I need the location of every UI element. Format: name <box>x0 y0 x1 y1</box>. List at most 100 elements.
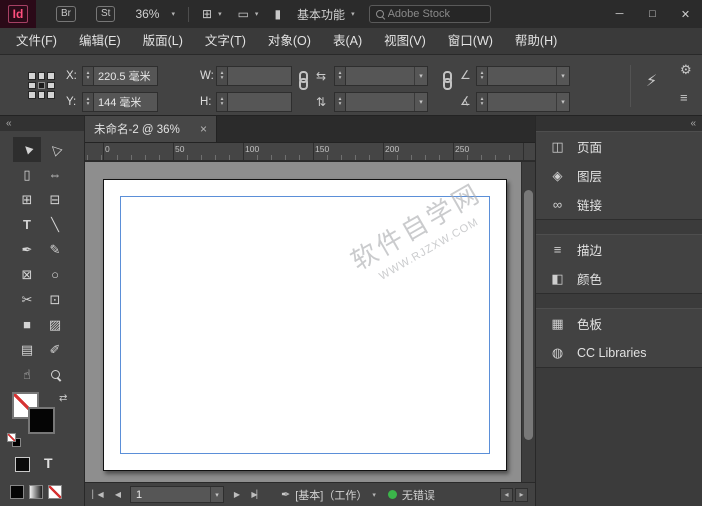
close-tab-icon[interactable]: × <box>200 122 207 136</box>
w-field[interactable]: ▴ ▾ <box>216 66 292 86</box>
expand-panels-icon[interactable]: « <box>690 118 696 129</box>
formatting-affects-text-button[interactable]: T <box>44 455 53 471</box>
w-stepper[interactable]: ▴ ▾ <box>217 67 228 85</box>
hand-tool[interactable]: ☝ <box>13 362 41 387</box>
preflight-profile[interactable]: [基本]（工作） <box>295 487 367 503</box>
line-tool[interactable]: ╲ <box>41 212 69 237</box>
bridge-button[interactable]: Br <box>56 6 76 22</box>
adobe-stock-search[interactable] <box>368 5 491 23</box>
chevron-down-icon[interactable]: ▾ <box>414 67 427 85</box>
y-field[interactable]: ▴ ▾ <box>82 92 158 112</box>
chevron-down-icon[interactable]: ▾ <box>210 487 223 502</box>
pen-tool[interactable]: ✒ <box>13 237 41 262</box>
scale-y-combo[interactable]: ▴ ▾ ▾ <box>334 92 428 112</box>
direct-selection-tool[interactable]: ▷ <box>41 137 69 162</box>
reference-point[interactable] <box>37 81 46 90</box>
shear-angle-combo[interactable]: ▴ ▾ ▾ <box>476 92 570 112</box>
quick-apply-lightning-icon[interactable]: ⚡ <box>646 74 657 90</box>
menu-window[interactable]: 窗口(W) <box>437 28 504 55</box>
panel-stroke[interactable]: ≡ 描边 <box>536 235 702 264</box>
menu-file[interactable]: 文件(F) <box>5 28 68 55</box>
reference-point[interactable] <box>37 72 46 80</box>
constrain-scale-chain-icon[interactable] <box>440 71 454 90</box>
menu-object[interactable]: 对象(O) <box>257 28 322 55</box>
x-stepper[interactable]: ▴ ▾ <box>83 67 94 85</box>
chevron-down-icon[interactable]: ▾ <box>556 67 569 85</box>
h-stepper[interactable]: ▴ ▾ <box>217 93 228 111</box>
x-field[interactable]: ▴ ▾ <box>82 66 158 86</box>
chevron-down-icon[interactable]: ▾ <box>556 93 569 111</box>
panel-menu-icon[interactable]: ≡ <box>680 91 688 104</box>
vertical-scrollbar-thumb[interactable] <box>524 190 533 440</box>
selection-tool[interactable]: ► <box>13 137 41 162</box>
previous-page-button[interactable]: ◀ <box>110 490 125 499</box>
free-transform-tool[interactable]: ⊡ <box>41 287 69 312</box>
page-tool[interactable]: ▯ <box>13 162 41 187</box>
content-collector-tool[interactable]: ⊞ <box>13 187 41 212</box>
menu-layout[interactable]: 版面(L) <box>132 28 194 55</box>
next-page-button[interactable]: ▶ <box>229 490 244 499</box>
document-tab[interactable]: 未命名-2 @ 36% × <box>85 116 217 142</box>
eyedropper-tool[interactable]: ✐ <box>41 337 69 362</box>
menu-edit[interactable]: 编辑(E) <box>68 28 132 55</box>
preflight-menu-icon[interactable]: ▾ <box>372 491 376 499</box>
workspace-switcher[interactable]: 基本功能 ▾ <box>297 6 355 23</box>
gradient-swatch-tool[interactable]: ■ <box>13 312 41 337</box>
pencil-tool[interactable]: ✎ <box>41 237 69 262</box>
arrange-documents-icon[interactable]: ▮ <box>274 7 281 21</box>
constrain-dimensions-chain-icon[interactable] <box>296 71 310 90</box>
document-page[interactable]: 软件自学网 WWW.RJZXW.COM <box>103 178 507 471</box>
gear-icon[interactable]: ⚙ <box>680 63 692 76</box>
pasteboard[interactable]: 软件自学网 WWW.RJZXW.COM <box>85 162 535 482</box>
menu-table[interactable]: 表(A) <box>322 28 373 55</box>
y-input[interactable] <box>94 93 157 111</box>
scissors-tool[interactable]: ✂ <box>13 287 41 312</box>
reference-point-proxy[interactable] <box>28 72 55 99</box>
gap-tool[interactable]: ⇔ <box>41 162 69 187</box>
panel-links[interactable]: ∞ 链接 <box>536 190 702 219</box>
reference-point[interactable] <box>47 81 55 90</box>
w-input[interactable] <box>228 67 291 85</box>
y-stepper[interactable]: ▴ ▾ <box>83 93 94 111</box>
gradient-feather-tool[interactable]: ▨ <box>41 312 69 337</box>
panel-pages[interactable]: ◫ 页面 <box>536 132 702 161</box>
horizontal-ruler[interactable]: 0 50 100 150 200 250 <box>85 143 535 161</box>
h-field[interactable]: ▴ ▾ <box>216 92 292 112</box>
first-page-button[interactable]: ▏◀ <box>90 490 105 499</box>
zoom-level-dropdown[interactable]: 36% ▾ <box>135 7 175 21</box>
scale-x-combo[interactable]: ▴ ▾ ▾ <box>334 66 428 86</box>
h-input[interactable] <box>228 93 291 111</box>
search-input[interactable] <box>387 8 490 20</box>
apply-color-button[interactable] <box>10 485 24 499</box>
swap-fill-stroke-icon[interactable]: ⇄ <box>59 393 67 404</box>
reference-point[interactable] <box>28 81 36 90</box>
scale-y-stepper[interactable]: ▴ ▾ <box>335 93 346 111</box>
x-input[interactable] <box>94 67 157 85</box>
maximize-button[interactable]: □ <box>636 0 669 28</box>
rectangle-frame-tool[interactable]: ⊠ <box>13 262 41 287</box>
page-number-combo[interactable]: ▾ <box>130 486 224 503</box>
stroke-color-swatch[interactable] <box>28 407 55 434</box>
panel-layers[interactable]: ◈ 图层 <box>536 161 702 190</box>
shear-stepper[interactable]: ▴ ▾ <box>477 93 488 111</box>
ellipse-frame-tool[interactable]: ○ <box>41 262 69 287</box>
reference-point[interactable] <box>28 72 36 80</box>
scale-x-stepper[interactable]: ▴ ▾ <box>335 67 346 85</box>
scroll-left-button[interactable]: ◂ <box>500 487 513 502</box>
apply-gradient-button[interactable] <box>29 485 43 499</box>
panel-swatches[interactable]: ▦ 色板 <box>536 309 702 338</box>
rotation-stepper[interactable]: ▴ ▾ <box>477 67 488 85</box>
rotation-angle-combo[interactable]: ▴ ▾ ▾ <box>476 66 570 86</box>
last-page-button[interactable]: ▶▏ <box>249 490 264 499</box>
stock-button[interactable]: St <box>96 6 116 22</box>
vertical-scrollbar[interactable] <box>521 162 535 482</box>
reference-point[interactable] <box>47 72 55 80</box>
zoom-tool[interactable] <box>41 362 69 387</box>
minimize-button[interactable]: ─ <box>603 0 636 28</box>
note-tool[interactable]: ▤ <box>13 337 41 362</box>
formatting-affects-container-button[interactable] <box>15 457 30 472</box>
flip-vertical-icon[interactable]: ⇅ <box>316 96 326 108</box>
menu-view[interactable]: 视图(V) <box>373 28 437 55</box>
scroll-right-button[interactable]: ▸ <box>515 487 528 502</box>
panel-color[interactable]: ◧ 颜色 <box>536 264 702 293</box>
